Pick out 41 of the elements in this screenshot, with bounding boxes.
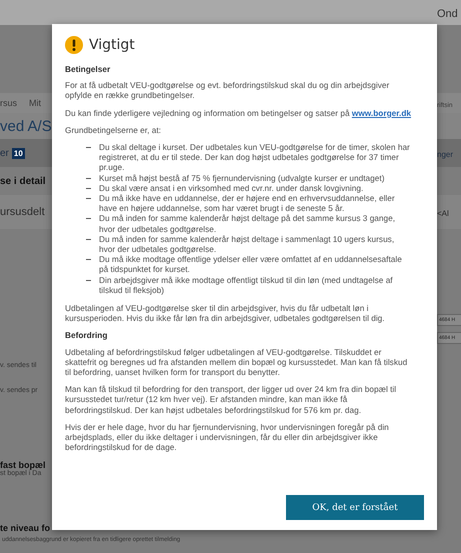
- dash-icon: [86, 188, 91, 189]
- dash-icon: [86, 178, 91, 179]
- section-heading: Befordring: [65, 330, 108, 341]
- paragraph: Hvis der er hele dage, hvor du har fjernundervisning, hvor undervisningen foregår på din arbejdsplads, eller du ikke deltager i undervisningen, får du eller din arbejdsgiver ikke befordringstilskud for de dage.: [65, 422, 390, 452]
- link[interactable]: www.borger.dk: [352, 108, 412, 118]
- paragraph: Grundbetingelserne er, at:: [65, 124, 162, 136]
- list-item: Din arbejdsgiver må ikke modtage offentligt tilskud til din løn (med undtagelse af tilskud til fleksjob): [99, 274, 393, 295]
- warning-icon: [65, 36, 83, 54]
- list-item: Du må ikke modtage offentlige ydelser eller være omfattet af en uddannelsesaftale på tidspunktet for kurset.: [99, 254, 402, 274]
- page-text: se i detail: [0, 176, 46, 186]
- paragraph: Udbetaling af befordringstilskud følger udbetalingen af VEU-godtgørelse. Tilskuddet er skattefrit og beregnes ud fra afstanden mellem din bopæl og kursusstedet. Man kan få tilskud til befordring, uanset hvilken form for transport du benytter.: [65, 346, 408, 378]
- section-heading: Betingelser: [65, 64, 112, 74]
- page-text: ved A/S: [0, 118, 52, 134]
- paragraph: Du kan finde yderligere vejledning og information om betingelser og satser på www.borger.dk: [65, 108, 412, 118]
- count-badge: 10: [12, 148, 25, 158]
- dash-icon: [86, 238, 91, 240]
- list-item: Kurset må højst bestå af 75 % fjernundervisning (udvalgte kurser er undtaget): [99, 172, 384, 183]
- list-item: Du må ikke have en uddannelse, der er højere end en erhvervsuddannelse, eller have en højere uddannelse, som har været brugt i de seneste 5 år.: [99, 193, 395, 214]
- page-text: <Al: [437, 209, 449, 218]
- list-item: Du skal deltage i kurset. Der udbetales kun VEU-godtgørelse for de timer, skolen har registreret, at du er til stede. Der kan dog højst udbetales godtgørelse for 37 timer pr.uge.: [99, 142, 410, 172]
- paragraph: For at få udbetalt VEU-godtgørelse og evt. befordringstilskud skal du og din arbejdsgiver opfylde en række grundbetingelser.: [65, 80, 390, 101]
- paragraph: Man kan få tilskud til befordring for den transport, der ligger ud over 24 km fra din bopæl til kursusstedet tur/retur (12 km hver vej). Er afstanden mindre, kan man ikke få befordringstilskud. Der kan højst udbetales befordringstilskud for 576 km pr. dag.: [65, 384, 398, 415]
- paragraph: Udbetalingen af VEU-godtgørelse sker til din arbejdsgiver, hvis du får udbetalt løn i kursusperioden. Hvis du ikke får løn fra din arbejdsgiver, udbetales godtgørelsen til dig.: [65, 303, 386, 324]
- dash-icon: [86, 259, 91, 260]
- list-item: Du må inden for samme kalenderår højst deltage på det samme kursus 3 gange, hvor der udbetales godtgørelse.: [99, 213, 396, 234]
- page-text: Ond: [437, 8, 458, 20]
- list-item: Du må inden for samme kalenderår højst deltage i sammenlagt 10 ugers kursus, hvor der udbetales godtgørelse.: [99, 234, 394, 254]
- list-item: Du skal være ansat i en virksomhed med cvr.nr. under dansk lovgivning.: [99, 182, 364, 193]
- page-text: nger: [437, 150, 454, 159]
- page-text: rsus: [0, 98, 18, 108]
- page-text: te niveau fo: [0, 523, 50, 533]
- dash-icon: [86, 147, 91, 148]
- page-text: Mit: [29, 98, 42, 108]
- dash-icon: [86, 280, 91, 281]
- page-text: er: [0, 148, 9, 158]
- confirm-button[interactable]: OK, det er forstået: [286, 495, 424, 520]
- dash-icon: [86, 218, 91, 220]
- dash-icon: [86, 198, 91, 200]
- page-text: fast bopæl: [0, 460, 46, 470]
- page-text: ursusdelt: [0, 206, 45, 218]
- dialog-title: Vigtigt: [89, 37, 135, 53]
